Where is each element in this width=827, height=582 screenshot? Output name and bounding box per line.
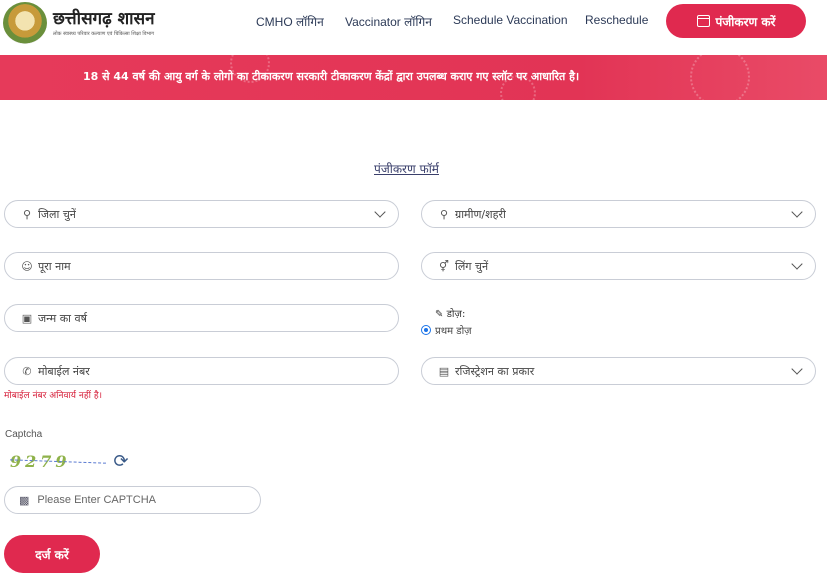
gender-select-label: लिंग चुनें (455, 259, 489, 273)
nav-cmho-login[interactable]: CMHO लॉगिन (256, 13, 324, 30)
mobile-placeholder: मोबाईल नंबर (38, 364, 90, 378)
form-title: पंजीकरण फॉर्म (374, 162, 439, 176)
puzzle-icon: ▩ (19, 494, 30, 507)
banner-text: 18 से 44 वर्ष की आयु वर्ग के लोगो का टीक… (83, 70, 580, 83)
notice-banner: 18 से 44 वर्ष की आयु वर्ग के लोगो का टीक… (0, 55, 827, 100)
dose-option-first[interactable]: प्रथम डोज़ (421, 323, 472, 337)
state-emblem-icon (3, 2, 47, 44)
captcha-label: Captcha (5, 429, 43, 440)
district-select[interactable]: ⚲ जिला चुनें (4, 200, 399, 228)
area-select[interactable]: ⚲ ग्रामीण/शहरी (421, 200, 816, 228)
captcha-placeholder: Please Enter CAPTCHA (37, 494, 157, 506)
user-icon: ☺ (21, 259, 33, 273)
district-select-label: जिला चुनें (38, 207, 76, 221)
register-button[interactable]: पंजीकरण करें (666, 4, 806, 38)
logo-title: छत्तीसगढ़ शासन (53, 9, 155, 29)
logo-subtitle: लोक स्वास्थ्य परिवार कल्याण एवं चिकित्सा… (53, 31, 155, 37)
submit-button[interactable]: दर्ज करें (4, 535, 100, 573)
dose-option-label: प्रथम डोज़ (435, 326, 472, 337)
virus-decoration (690, 55, 750, 100)
chevron-down-icon (791, 258, 803, 270)
register-button-label: पंजीकरण करें (715, 14, 776, 29)
phone-icon: ✆ (22, 364, 32, 378)
map-pin-icon: ⚲ (22, 207, 32, 221)
nav-vaccinator-login[interactable]: Vaccinator लॉगिन (345, 13, 432, 30)
gender-select[interactable]: ⚥ लिंग चुनें (421, 252, 816, 280)
birth-year-input[interactable]: ▣ जन्म का वर्ष (4, 304, 399, 332)
pencil-icon: ✎ (435, 309, 444, 320)
id-card-icon: ▣ (21, 311, 33, 325)
logo[interactable]: छत्तीसगढ़ शासन लोक स्वास्थ्य परिवार कल्य… (3, 2, 179, 44)
full-name-input[interactable]: ☺ पूरा नाम (4, 252, 399, 280)
full-name-placeholder: पूरा नाम (38, 259, 71, 273)
gender-icon: ⚥ (439, 259, 449, 273)
mobile-input[interactable]: ✆ मोबाईल नंबर (4, 357, 399, 385)
dose-label-text: डोज़: (446, 309, 466, 320)
header: छत्तीसगढ़ शासन लोक स्वास्थ्य परिवार कल्य… (0, 0, 827, 55)
birth-year-placeholder: जन्म का वर्ष (38, 311, 88, 325)
dose-label: ✎ डोज़: (435, 306, 465, 320)
captcha-image: 9279 (10, 448, 106, 474)
nav-schedule-vaccination[interactable]: Schedule Vaccination (453, 13, 568, 27)
dose-radio[interactable] (421, 325, 431, 335)
registration-type-select[interactable]: ▤ रजिस्ट्रेशन का प्रकार (421, 357, 816, 385)
registration-type-label: रजिस्ट्रेशन का प्रकार (455, 364, 535, 378)
mobile-note: मोबाईल नंबर अनिवार्य नहीं है। (4, 391, 103, 401)
refresh-icon[interactable]: ⟳ (111, 452, 131, 472)
captcha-input[interactable]: ▩ Please Enter CAPTCHA (4, 486, 261, 514)
nav-reschedule[interactable]: Reschedule (585, 13, 648, 27)
map-pin-icon: ⚲ (439, 207, 449, 221)
document-icon: ▤ (438, 364, 450, 378)
chevron-down-icon (374, 206, 386, 218)
area-select-label: ग्रामीण/शहरी (455, 207, 506, 221)
chevron-down-icon (791, 206, 803, 218)
chevron-down-icon (791, 363, 803, 375)
calendar-icon (696, 15, 710, 27)
